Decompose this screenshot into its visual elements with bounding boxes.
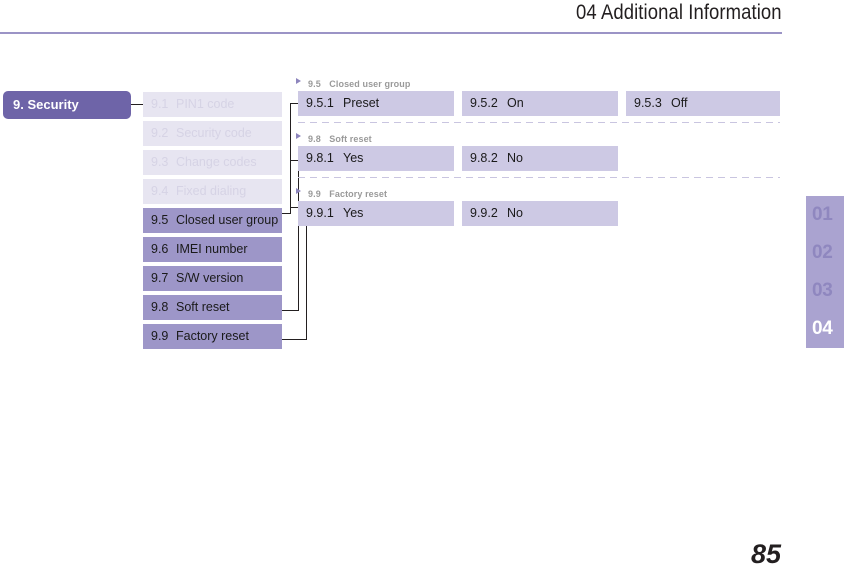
root-node-label: 9. Security <box>13 97 79 112</box>
menu-item-label: Fixed dialing <box>176 184 247 198</box>
chapter-tab-label: 02 <box>812 242 833 263</box>
detail-group-header: 9.5 Closed user group <box>294 74 780 89</box>
detail-group-header: 9.9 Factory reset <box>294 184 780 199</box>
menu-item-9-1[interactable]: 9.1 PIN1 code <box>143 92 282 117</box>
menu-item-9-7[interactable]: 9.7 S/W version <box>143 266 282 291</box>
detail-group-label: Soft reset <box>329 134 372 144</box>
triangle-bullet-icon <box>296 133 301 139</box>
page-title: 04 Additional Information <box>576 1 782 24</box>
option-label: Yes <box>343 151 364 165</box>
menu-item-label: Change codes <box>176 155 257 169</box>
menu-item-number: 9.6 <box>151 242 169 256</box>
option-number: 9.5.2 <box>470 96 498 110</box>
option-9-8-2[interactable]: 9.8.2 No <box>462 146 618 171</box>
page-header: 04 Additional Information <box>0 0 782 34</box>
header-divider <box>0 32 782 34</box>
triangle-bullet-icon <box>296 78 301 84</box>
menu-item-label: Factory reset <box>176 329 249 343</box>
option-9-5-1[interactable]: 9.5.1 Preset <box>298 91 454 116</box>
menu-item-number: 9.3 <box>151 155 169 169</box>
menu-item-9-5[interactable]: 9.5 Closed user group <box>143 208 282 233</box>
option-label: No <box>507 151 523 165</box>
menu-item-label: Closed user group <box>176 213 279 227</box>
chapter-tab-02[interactable]: 02 <box>806 234 844 272</box>
option-label: On <box>507 96 524 110</box>
option-label: Off <box>671 96 688 110</box>
connector-9-8-stub <box>282 310 299 311</box>
menu-item-label: PIN1 code <box>176 97 235 111</box>
detail-group-9-8: 9.8 Soft reset 9.8.1 Yes 9.8.2 No <box>294 129 780 178</box>
option-9-9-1[interactable]: 9.9.1 Yes <box>298 201 454 226</box>
detail-group-label: Factory reset <box>329 189 388 199</box>
menu-item-number: 9.1 <box>151 97 169 111</box>
page-number: 85 <box>750 539 782 569</box>
menu-item-number: 9.5 <box>151 213 169 227</box>
menu-item-number: 9.8 <box>151 300 169 314</box>
detail-group-number: 9.5 <box>308 79 321 89</box>
menu-item-9-6[interactable]: 9.6 IMEI number <box>143 237 282 262</box>
menu-item-label: Soft reset <box>176 300 230 314</box>
chapter-tab-04[interactable]: 04 <box>806 310 844 348</box>
menu-item-9-9[interactable]: 9.9 Factory reset <box>143 324 282 349</box>
menu-item-9-8[interactable]: 9.8 Soft reset <box>143 295 282 320</box>
option-number: 9.5.3 <box>634 96 662 110</box>
chapter-tab-03[interactable]: 03 <box>806 272 844 310</box>
option-number: 9.5.1 <box>306 96 334 110</box>
menu-item-9-2[interactable]: 9.2 Security code <box>143 121 282 146</box>
option-number: 9.8.1 <box>306 151 334 165</box>
connector-root-to-menu <box>131 104 143 105</box>
group-separator <box>298 122 780 123</box>
menu-item-number: 9.2 <box>151 126 169 140</box>
chapter-tab-strip: 01 02 03 04 <box>806 196 844 348</box>
group-separator <box>298 177 780 178</box>
option-9-9-2[interactable]: 9.9.2 No <box>462 201 618 226</box>
chapter-tab-01[interactable]: 01 <box>806 196 844 234</box>
option-number: 9.9.1 <box>306 206 334 220</box>
menu-item-number: 9.9 <box>151 329 169 343</box>
detail-group-number: 9.8 <box>308 134 321 144</box>
connector-9-9-riser <box>306 207 307 340</box>
connector-9-9-stub <box>282 339 307 340</box>
option-label: Yes <box>343 206 364 220</box>
menu-item-label: Security code <box>176 126 252 140</box>
root-node-security[interactable]: 9. Security <box>3 91 131 119</box>
option-row: 9.5.1 Preset 9.5.2 On 9.5.3 Off <box>294 91 780 116</box>
option-detail-panel: 9.5 Closed user group 9.5.1 Preset 9.5.2… <box>294 74 780 226</box>
chapter-tab-label: 03 <box>812 280 833 301</box>
option-row: 9.9.1 Yes 9.9.2 No <box>294 201 780 226</box>
chapter-tab-label: 01 <box>812 204 833 225</box>
option-9-8-1[interactable]: 9.8.1 Yes <box>298 146 454 171</box>
option-number: 9.9.2 <box>470 206 498 220</box>
detail-group-9-9: 9.9 Factory reset 9.9.1 Yes 9.9.2 No <box>294 184 780 226</box>
option-label: No <box>507 206 523 220</box>
menu-item-list: 9.1 PIN1 code 9.2 Security code 9.3 Chan… <box>143 92 282 353</box>
option-9-5-3[interactable]: 9.5.3 Off <box>626 91 780 116</box>
menu-item-9-4[interactable]: 9.4 Fixed dialing <box>143 179 282 204</box>
detail-group-9-5: 9.5 Closed user group 9.5.1 Preset 9.5.2… <box>294 74 780 123</box>
menu-item-label: S/W version <box>176 271 244 285</box>
detail-group-number: 9.9 <box>308 189 321 199</box>
menu-item-label: IMEI number <box>176 242 248 256</box>
menu-item-number: 9.4 <box>151 184 169 198</box>
option-9-5-2[interactable]: 9.5.2 On <box>462 91 618 116</box>
detail-group-header: 9.8 Soft reset <box>294 129 780 144</box>
option-row: 9.8.1 Yes 9.8.2 No <box>294 146 780 171</box>
menu-item-9-3[interactable]: 9.3 Change codes <box>143 150 282 175</box>
triangle-bullet-icon <box>296 188 301 194</box>
detail-group-label: Closed user group <box>329 79 411 89</box>
option-number: 9.8.2 <box>470 151 498 165</box>
connector-9-5-riser <box>290 103 291 214</box>
menu-item-number: 9.7 <box>151 271 169 285</box>
chapter-tab-label: 04 <box>812 318 833 339</box>
option-label: Preset <box>343 96 380 110</box>
